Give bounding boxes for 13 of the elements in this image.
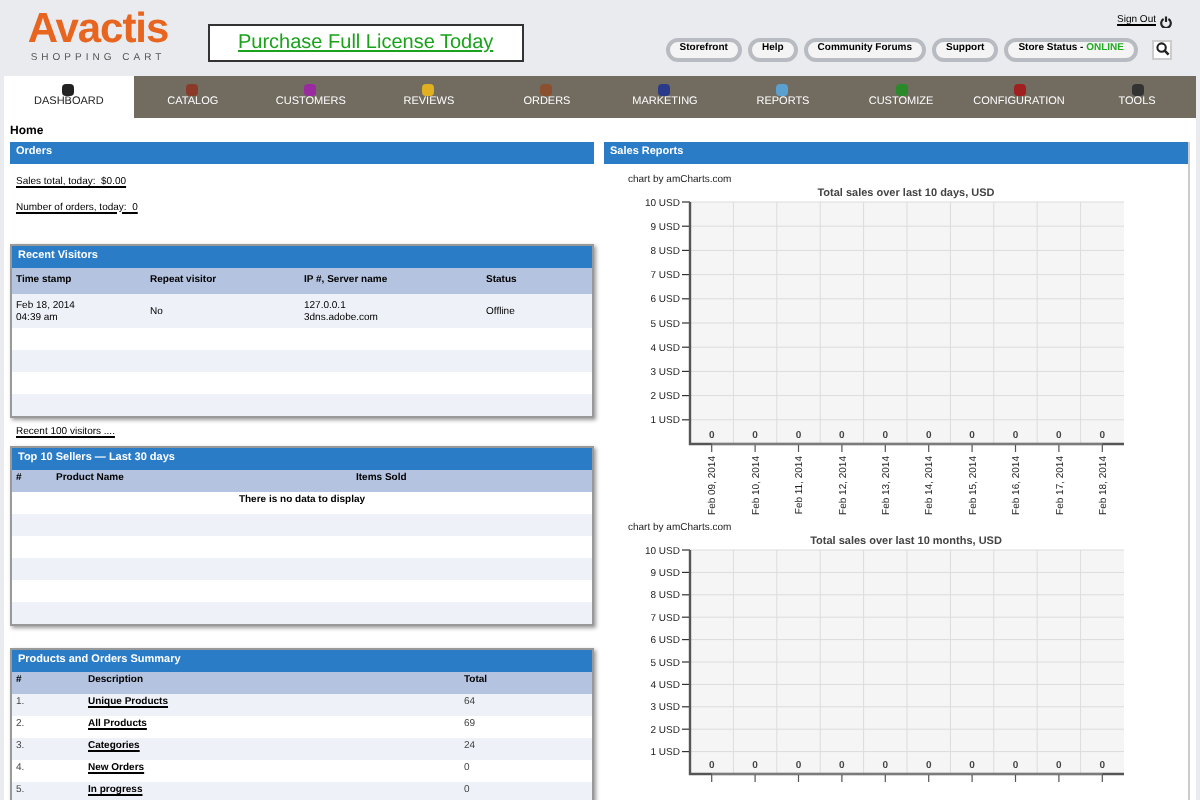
logo: Avactis bbox=[27, 8, 169, 52]
tab-icon bbox=[1013, 84, 1026, 97]
tab-icon bbox=[304, 84, 317, 97]
tab-icon bbox=[62, 84, 75, 97]
tab-icon bbox=[895, 84, 907, 97]
tab-icon bbox=[1131, 84, 1144, 97]
tab-icon bbox=[422, 84, 435, 97]
tab-icon bbox=[776, 84, 789, 97]
tab-icon bbox=[658, 84, 671, 97]
power-icon bbox=[1160, 15, 1172, 28]
tab-icon bbox=[540, 84, 553, 97]
search-button[interactable] bbox=[1152, 39, 1172, 59]
tab-icon bbox=[186, 84, 199, 97]
